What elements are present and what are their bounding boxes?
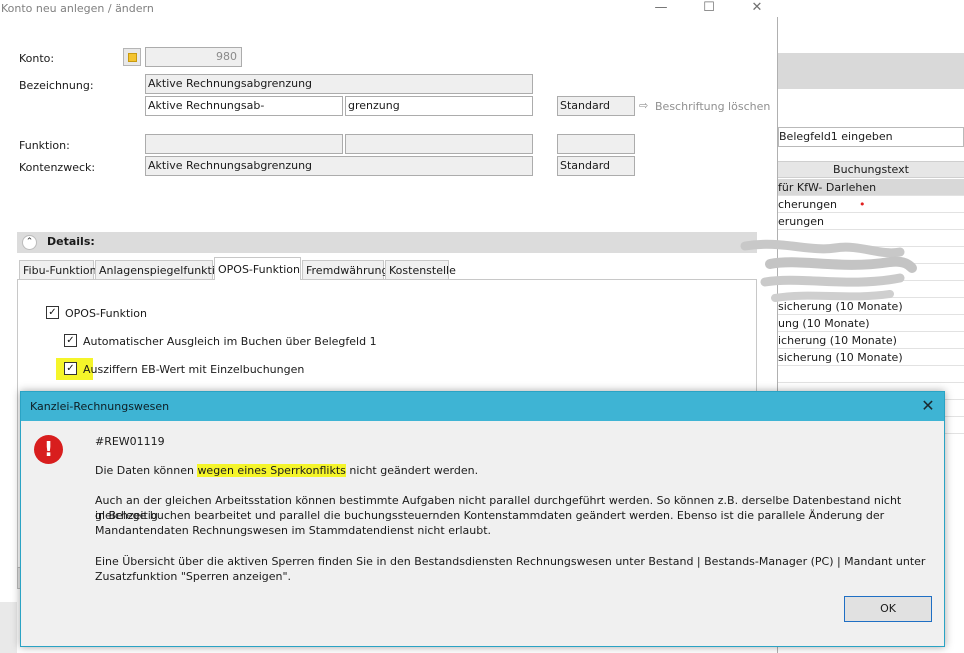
table-row[interactable]: erungen: [778, 213, 964, 230]
footer-strip: [0, 602, 17, 653]
details-header[interactable]: Details:: [17, 232, 757, 253]
kontenzweck-field[interactable]: Aktive Rechnungsabgrenzung: [145, 156, 533, 176]
chevron-up-icon[interactable]: ⌃: [22, 235, 37, 250]
close-icon[interactable]: ✕: [914, 394, 942, 419]
auto-clearing-label: Automatischer Ausgleich im Buchen über B…: [83, 335, 377, 348]
minimize-icon[interactable]: —: [638, 0, 684, 17]
opos-function-checkbox[interactable]: ✓: [46, 306, 59, 319]
table-row[interactable]: cherungen •: [778, 196, 964, 213]
bezeichnung-label: Bezeichnung:: [19, 79, 94, 92]
eb-value-checkbox[interactable]: ✓: [64, 362, 77, 375]
red-dot-icon: •: [858, 198, 866, 211]
bezeichnung-style-field[interactable]: Standard: [557, 96, 635, 116]
ok-button[interactable]: OK: [844, 596, 932, 622]
eb-value-label: Ausziffern EB-Wert mit Einzelbuchungen: [83, 363, 305, 376]
belegfeld-search-input[interactable]: Belegfeld1 eingeben: [778, 127, 964, 147]
table-row[interactable]: ung (10 Monate): [778, 315, 964, 332]
kontenzweck-style-field[interactable]: Standard: [557, 156, 635, 176]
error-dialog: Kanzlei-Rechnungswesen ✕ ! #REW01119 Die…: [20, 391, 945, 647]
table-row[interactable]: sicherung (10 Monate): [778, 349, 964, 366]
tab-opos-funktion[interactable]: OPOS-Funktion: [214, 257, 301, 280]
funktion-label: Funktion:: [19, 139, 70, 152]
redaction-scribble: [740, 239, 917, 302]
error-dialog-title: Kanzlei-Rechnungswesen: [21, 392, 944, 421]
error-message-start: Die Daten können: [95, 464, 198, 477]
error-paragraph-2-line-1: Eine Übersicht über die aktiven Sperren …: [95, 555, 926, 568]
funktion-field-2[interactable]: [345, 134, 533, 154]
table-row[interactable]: icherung (10 Monate): [778, 332, 964, 349]
tab-anlagenspiegelfunktion[interactable]: Anlagenspiegelfunktion: [95, 260, 229, 279]
error-code: #REW01119: [95, 435, 165, 448]
tab-kostenstelle[interactable]: Kostenstelle: [385, 260, 456, 279]
table-row[interactable]: [778, 366, 964, 383]
note-icon[interactable]: [123, 48, 141, 66]
column-header-buchungstext[interactable]: Buchungstext: [778, 161, 964, 178]
close-icon[interactable]: ✕: [734, 0, 780, 17]
arrow-right-icon: ⇨: [639, 99, 649, 112]
opos-function-label: OPOS-Funktion: [65, 307, 148, 320]
maximize-icon[interactable]: ☐: [686, 0, 732, 17]
background-toolbar: [778, 53, 964, 89]
konto-label: Konto:: [19, 52, 55, 65]
bezeichnung-part2-input[interactable]: grenzung: [345, 96, 533, 116]
clear-label-button[interactable]: Beschriftung löschen: [655, 100, 770, 113]
error-paragraph-1-line-3: Mandantendaten Rechnungswesen im Stammda…: [95, 524, 492, 537]
tab-fibu-funktion[interactable]: Fibu-Funktion: [19, 260, 97, 279]
table-row[interactable]: für KfW- Darlehen: [778, 179, 964, 196]
kontenzweck-label: Kontenzweck:: [19, 161, 96, 174]
auto-clearing-checkbox[interactable]: ✓: [64, 334, 77, 347]
error-message: Die Daten können wegen eines Sperrkonfli…: [95, 463, 935, 478]
funktion-field-1[interactable]: [145, 134, 343, 154]
funktion-field-3[interactable]: [557, 134, 635, 154]
error-icon: !: [34, 435, 63, 464]
konto-number-field[interactable]: 980: [145, 47, 242, 67]
tab-fremdwährung[interactable]: Fremdwährung: [302, 260, 388, 279]
error-message-end: nicht geändert werden.: [345, 464, 479, 477]
error-message-highlight: wegen eines Sperrkonflikts: [197, 464, 346, 477]
bezeichnung-full-field: Aktive Rechnungsabgrenzung: [145, 74, 533, 94]
error-paragraph-2-line-2: Zusatzfunktion "Sperren anzeigen".: [95, 570, 292, 583]
bezeichnung-part1-input[interactable]: Aktive Rechnungsab-: [145, 96, 343, 116]
error-paragraph-1-line-2: in Belege buchen bearbeitet und parallel…: [95, 509, 885, 522]
